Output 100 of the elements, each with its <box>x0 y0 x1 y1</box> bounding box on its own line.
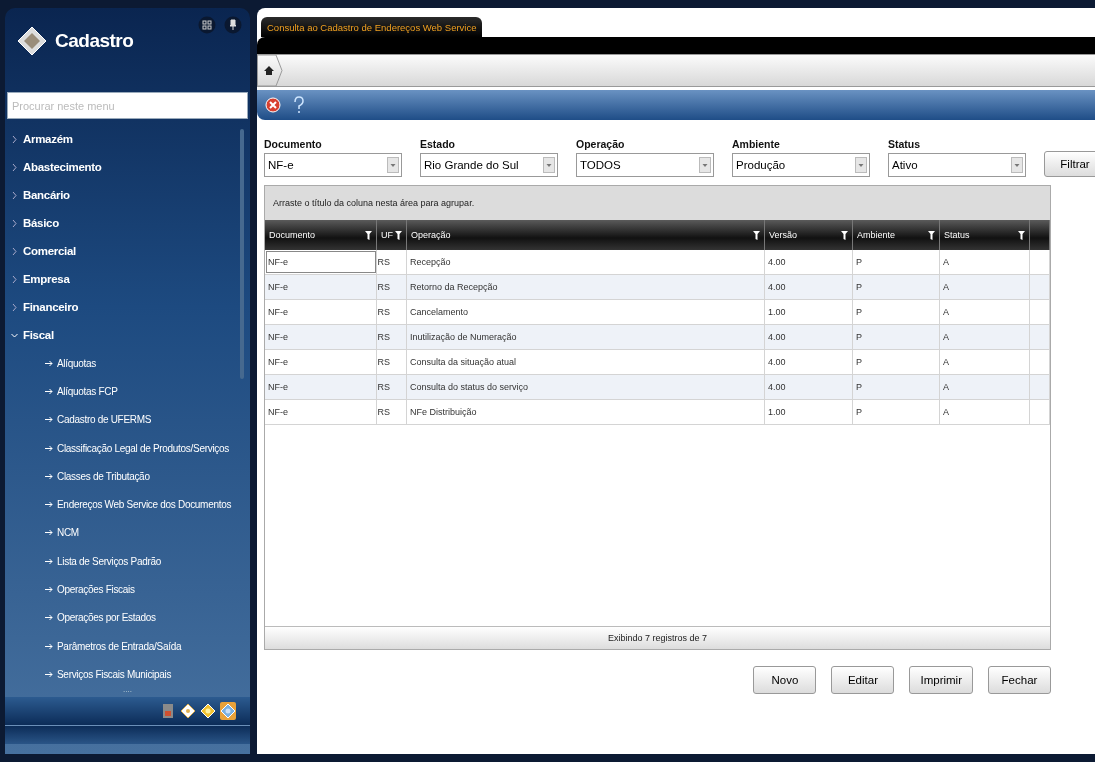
dropdown-field[interactable]: Produção <box>732 153 870 177</box>
submenu-item[interactable]: Lista de Serviços Padrão <box>5 547 250 576</box>
dropdown-field[interactable]: NF-e <box>264 153 402 177</box>
table-cell: RS <box>377 350 407 374</box>
menu-item[interactable]: Financeiro <box>5 293 250 321</box>
table-cell: A <box>940 275 1030 299</box>
app-title: Cadastro <box>55 30 134 52</box>
table-cell: NF-e <box>265 350 377 374</box>
logo-icon <box>17 26 47 56</box>
table-cell: 4.00 <box>765 275 853 299</box>
record-count: Exibindo 7 registros de 7 <box>265 626 1050 649</box>
table-cell: 1.00 <box>765 300 853 324</box>
submenu-item[interactable]: Classes de Tributação <box>5 462 250 491</box>
filter-icon[interactable] <box>928 230 935 240</box>
chevron-right-icon <box>11 190 18 200</box>
table-cell: RS <box>377 325 407 349</box>
table-cell: 1.00 <box>765 400 853 424</box>
table-cell: NF-e <box>265 275 377 299</box>
table-cell: 4.00 <box>765 250 853 274</box>
table-cell: P <box>853 350 940 374</box>
pin-icon[interactable] <box>224 16 242 34</box>
filter-label: Operação <box>576 138 626 150</box>
arrow-icon <box>45 670 53 678</box>
filter-label: Documento <box>264 138 323 150</box>
menu-item[interactable]: Fiscal <box>5 321 250 349</box>
table-cell: 4.00 <box>765 325 853 349</box>
menu-item[interactable]: Comercial <box>5 237 250 265</box>
diamond-icon[interactable] <box>220 701 236 720</box>
menu-item[interactable]: Bancário <box>5 181 250 209</box>
table-cell: 4.00 <box>765 350 853 374</box>
close-icon[interactable] <box>265 96 281 114</box>
filter-label: Ambiente <box>732 138 781 150</box>
filter-icon[interactable] <box>753 230 760 240</box>
help-icon[interactable] <box>291 96 307 114</box>
diamond-icon[interactable] <box>200 701 216 720</box>
menu-item[interactable]: Básico <box>5 209 250 237</box>
submenu-item[interactable]: Parâmetros de Entrada/Saída <box>5 631 250 661</box>
arrow-icon <box>45 387 53 395</box>
table-cell: 4.00 <box>765 375 853 399</box>
filter-icon[interactable] <box>395 230 402 240</box>
submenu-item[interactable]: Alíquotas FCP <box>5 377 250 406</box>
table-cell: RS <box>377 400 407 424</box>
arrow-icon <box>45 472 53 480</box>
table-cell: NFe Distribuição <box>407 400 765 424</box>
filter-label: Estado <box>420 138 456 150</box>
chevron-right-icon <box>11 162 18 172</box>
submenu-item[interactable]: Alíquotas <box>5 349 250 378</box>
table-cell: RS <box>377 275 407 299</box>
submenu-item[interactable]: NCM <box>5 518 250 548</box>
filter-icon[interactable] <box>1018 230 1025 240</box>
menu-item[interactable]: Abastecimento <box>5 153 250 181</box>
menu-item[interactable]: Empresa <box>5 265 250 293</box>
submenu-item[interactable]: Operações por Estados <box>5 603 250 632</box>
submenu-item[interactable]: Cadastro de UFERMS <box>5 405 250 434</box>
dropdown-field[interactable]: TODOS <box>576 153 714 177</box>
table-cell: Inutilização de Numeração <box>407 325 765 349</box>
table-cell: RS <box>377 375 407 399</box>
diamond-icon[interactable] <box>180 701 196 720</box>
table-cell: Consulta da situação atual <box>407 350 765 374</box>
menu-search-field[interactable]: Procurar neste menu <box>7 92 248 119</box>
menu-item[interactable]: Armazém <box>5 125 250 153</box>
filter-icon[interactable] <box>841 230 848 240</box>
arrow-icon <box>45 501 53 509</box>
grid-icon[interactable] <box>198 16 216 34</box>
dropdown-field[interactable]: Rio Grande do Sul <box>420 153 558 177</box>
table-cell: Recepção <box>407 250 765 274</box>
filter-button[interactable]: Filtrar <box>1044 151 1095 177</box>
action-button[interactable]: Editar <box>831 666 895 694</box>
filter-icon[interactable] <box>365 230 372 240</box>
table-cell: NF-e <box>265 325 377 349</box>
table-cell: P <box>853 250 940 274</box>
table-cell: P <box>853 400 940 424</box>
submenu-item[interactable]: Serviços Fiscais Municipais <box>5 660 250 689</box>
action-button[interactable]: Novo <box>753 666 817 694</box>
table-cell: Retorno da Recepção <box>407 275 765 299</box>
table-cell: P <box>853 300 940 324</box>
action-button[interactable]: Imprimir <box>909 666 973 694</box>
table-cell: P <box>853 375 940 399</box>
arrow-icon <box>45 444 53 452</box>
submenu-item[interactable]: Endereços Web Service dos Documentos <box>5 490 250 519</box>
group-by-hint: Arraste o título da coluna nesta área para agrupar. <box>265 186 1050 220</box>
table-cell: A <box>940 300 1030 324</box>
table-cell: P <box>853 325 940 349</box>
table-cell: RS <box>377 250 407 274</box>
calculator-icon[interactable] <box>160 701 176 720</box>
more-indicator[interactable]: .... <box>5 686 250 695</box>
chevron-right-icon <box>11 274 18 284</box>
action-button[interactable]: Fechar <box>988 666 1051 694</box>
submenu-item[interactable]: Operações Fiscais <box>5 575 250 604</box>
arrow-icon <box>45 586 53 593</box>
table-cell: A <box>940 400 1030 424</box>
tab[interactable]: Consulta ao Cadastro de Endereços Web Service <box>261 17 483 37</box>
filter-label: Status <box>888 138 922 150</box>
scrollbar[interactable] <box>240 129 244 379</box>
table-cell: NF-e <box>265 400 377 424</box>
table-cell: A <box>940 375 1030 399</box>
dropdown-field[interactable]: Ativo <box>888 153 1026 177</box>
chevron-right-icon <box>11 302 18 312</box>
table-cell: Consulta do status do serviço <box>407 375 765 399</box>
submenu-item[interactable]: Classificação Legal de Produtos/Serviços <box>5 433 250 463</box>
